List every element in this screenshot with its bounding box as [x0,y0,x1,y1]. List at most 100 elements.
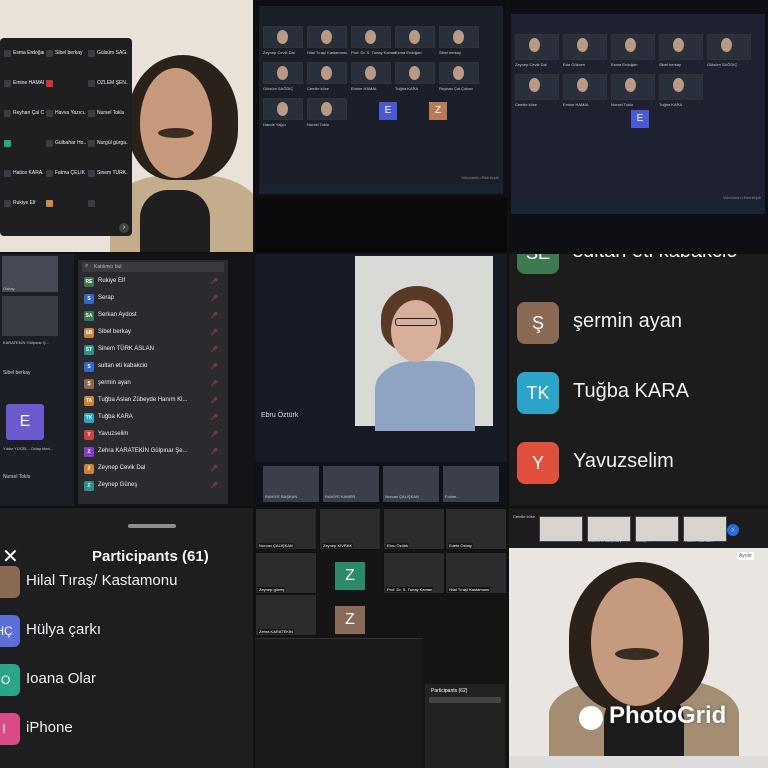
video-tile-icon [46,140,53,147]
participant-row[interactable]: RE Rukiye Elf 🎤︎ [84,276,224,288]
participant-name: Sibel berkay [55,50,83,56]
participant-row[interactable]: Şşermin ayan [517,302,762,348]
taskbar [511,204,765,214]
participant-name: Serkan Aydost [98,312,137,318]
participant-name: Ioana Olar [26,670,97,687]
participant-name: Tuğba KARA [659,102,683,107]
participants-panel: Participants (62) [425,684,505,768]
participant-name: Sinem TÜRK... [97,170,128,176]
mic-muted-icon[interactable]: 🎤︎ [210,329,218,336]
participant-row[interactable]: TK Tuğba KARA 🎤︎ [84,412,224,424]
participant-row[interactable]: IiPhone [0,709,253,753]
video-tile-icon [46,50,53,57]
mic-muted-icon[interactable]: 🎤︎ [210,482,218,489]
participant-name: Serap [98,295,115,301]
participant-name: Zeynep Güneş [98,482,138,488]
participant-row[interactable]: Z Zeynep Güneş 🎤︎ [84,480,224,492]
participant-tile: Emine HAMAL [4,76,44,104]
search-bar[interactable]: ⌕ Katılımcı bul [82,262,224,272]
participant-name: Rukiye Elf [98,278,126,284]
mic-muted-icon[interactable]: 🎤︎ [210,414,218,421]
participant-name: Hatice KARA... [13,170,44,176]
participants-panel: ⌕ Katılımcı bul RE Rukiye Elf 🎤︎ S Serap 🎤︎ SA… [78,260,228,504]
participant-name: Edebi Ozbay [448,543,473,548]
participant-name: Cemile köse [515,102,538,107]
mic-muted-icon[interactable]: 🎤︎ [210,380,218,387]
video-tile [539,516,583,542]
mic-muted-icon[interactable]: 🎤︎ [210,397,218,404]
participant-row[interactable]: Y Yavuzselim [517,442,762,488]
video-tile-icon [88,80,95,87]
photo-collage: Esma Erdoğan Sibel berkay Gülsüm SAĞ... Emi… [0,0,768,768]
participant-tile: Hatice KARA... [4,166,44,194]
mic-muted-icon[interactable]: 🎤︎ [210,363,218,370]
speaker-name: Ebru Öztürk [261,412,299,419]
participant-row[interactable]: IO Ioana Olar [0,660,253,704]
participant-name: Emine HAMAL [13,80,44,86]
participant-row[interactable]: S Serap 🎤︎ [84,293,224,305]
participant-name: Zehra KARATEKİN [258,629,294,634]
left-gallery: Ozbay KARATEKİN Gülpınar Ş... Sibel berk… [0,254,74,506]
participant-row[interactable]: HÇ Hülya çarkı [0,611,253,655]
video-tile-icon [4,80,11,87]
collage-cell-speaker-view: Ebru Öztürk RAHİYE BAŞKAN RAHİYE KAMER Nur… [255,254,507,506]
mic-muted-icon[interactable]: 🎤︎ [210,448,218,455]
participant-avatar: SE [517,254,559,274]
speaker-face [391,300,441,362]
participant-row[interactable]: Ssultan eti kabakcio 🎤︎ [84,361,224,373]
video-tile-icon [46,170,53,177]
video-tile: Nurcan ÇALIŞKAN [255,508,317,550]
participant-name: Fotöm... [445,494,460,499]
participant-name: Esma Erdoğan [395,50,422,55]
participant-row[interactable]: Z Zeynep Cevik Dal 🎤︎ [84,463,224,475]
participants-gallery-panel: Esma Erdoğan Sibel berkay Gülsüm SAĞ... Emi… [0,38,132,236]
mic-muted-icon[interactable]: 🎤︎ [210,346,218,353]
participant-row[interactable]: Z Zehra KARATEKİN Gülpınar Şe... 🎤︎ [84,446,224,458]
participant-tile: Sibel berkay [46,46,86,74]
collage-cell-mobile-participants: ✕ Participants (61) Hilal Tıraş/ Kastamo… [0,508,253,768]
participant-row[interactable]: TK Tuğba KARA [517,372,762,418]
participant-avatar: Y [517,442,559,484]
video-tile-icon [88,110,95,117]
next-page-button[interactable]: › [727,524,739,536]
participant-name: Ebru Öztürk [386,543,410,548]
participant-avatar: Ş [84,379,94,389]
mic-muted-icon[interactable]: 🎤︎ [210,465,218,472]
mic-muted-icon[interactable]: 🎤︎ [210,312,218,319]
video-tile-icon [88,170,95,177]
video-tile [395,62,435,84]
glasses [395,318,437,326]
mic-muted-icon[interactable]: 🎤︎ [210,431,218,438]
participant-avatar: Y [84,430,94,440]
participant-avatar: Z [84,481,94,491]
participant-avatar: Z [84,447,94,457]
participant-row[interactable]: SB Sibel berkay 🎤︎ [84,327,224,339]
participant-row[interactable]: Şşermin ayan 🎤︎ [84,378,224,390]
video-tile: Ebru Öztürk [383,508,445,550]
video-tile [395,26,435,48]
next-page-button[interactable]: › [119,223,129,233]
participant-row[interactable]: Hilal Tıraş/ Kastamonu [0,562,253,606]
participant-row[interactable]: Y Yavuzselim 🎤︎ [84,429,224,441]
participant-name: Cemile köse [513,514,536,519]
participant-row[interactable]: SA Serkan Aydost 🎤︎ [84,310,224,322]
participant-name: Nurcan ÇALIŞKAN [385,494,419,499]
participant-name: Sibel berkay [98,329,132,335]
collage-cell-laptop-speaker-2: Cemile köse RAHİYE BAŞKAN eBay... Hatice Ka… [509,508,768,768]
participant-row[interactable]: SE sultan eti kabakcio [517,254,762,278]
grab-handle[interactable] [128,524,176,528]
video-tile [611,34,655,60]
video-tile-icon [4,110,11,117]
participant-row[interactable]: TA Tuğba Aslan Zübeyde Hanım Kl... 🎤︎ [84,395,224,407]
participant-tile: Esma Erdoğan [4,46,44,74]
participant-name: Nurgül gürga... [97,140,128,146]
mic-muted-icon[interactable]: 🎤︎ [210,295,218,302]
video-tile [659,34,703,60]
participant-row[interactable]: ST Sinem TÜRK ASLAN 🎤︎ [84,344,224,356]
mic-muted-icon[interactable]: 🎤︎ [210,278,218,285]
participant-tile: Reyhan Çal C... [4,106,44,134]
speaker-shirt [140,190,210,252]
search-bar[interactable] [429,697,501,703]
participant-avatar: Ş [517,302,559,344]
participant-name: Hilal Tıraş/ Kastamonu [307,50,348,55]
